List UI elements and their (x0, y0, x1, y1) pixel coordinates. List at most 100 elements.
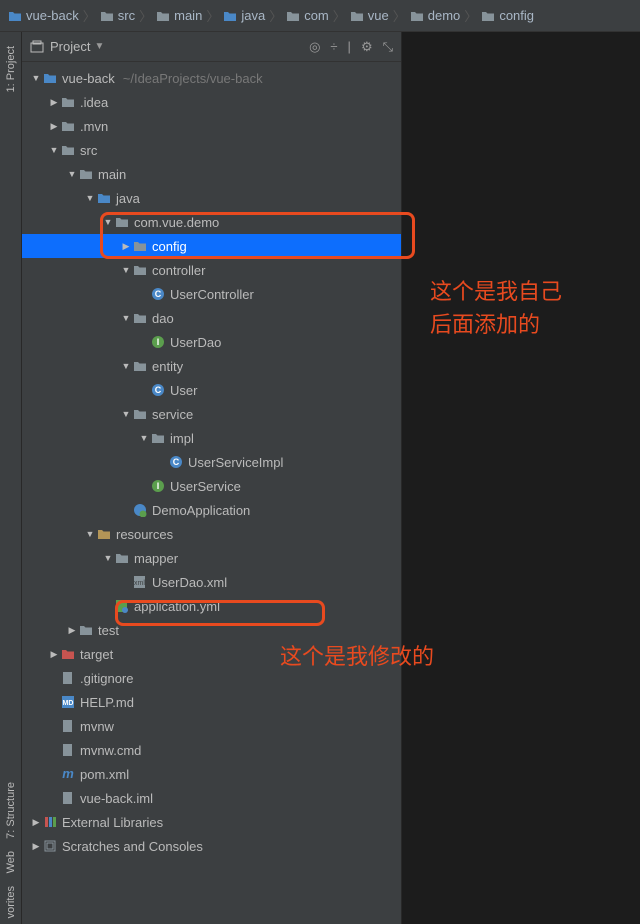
tree-label: Scratches and Consoles (62, 839, 203, 854)
dao-package[interactable]: ▼dao (22, 306, 401, 330)
tree-label: pom.xml (80, 767, 129, 782)
tree-label: UserDao.xml (152, 575, 227, 590)
chevron-right-icon[interactable]: ▶ (48, 97, 60, 108)
folder-icon (223, 10, 237, 22)
chevron-right-icon[interactable]: ▶ (48, 649, 60, 660)
interface-icon: I (150, 479, 166, 493)
chevron-right-icon[interactable]: ▶ (30, 841, 42, 852)
iml[interactable]: ▶vue-back.iml (22, 786, 401, 810)
demoapp[interactable]: ▶DemoApplication (22, 498, 401, 522)
tree-label: mvnw.cmd (80, 743, 141, 758)
chevron-down-icon[interactable]: ▼ (102, 553, 114, 563)
tree-label: .idea (80, 95, 108, 110)
tab-structure[interactable]: 7: Structure (5, 776, 17, 845)
tree-label: resources (116, 527, 173, 542)
package-com[interactable]: ▼ com.vue.demo (22, 210, 401, 234)
mvnw-cmd[interactable]: ▶mvnw.cmd (22, 738, 401, 762)
tab-project[interactable]: 1: Project (5, 40, 17, 98)
app-yml[interactable]: ▶application.yml (22, 594, 401, 618)
chevron-down-icon[interactable]: ▼ (120, 265, 132, 275)
tree-label: mapper (134, 551, 178, 566)
controller-package[interactable]: ▼controller (22, 258, 401, 282)
settings-button[interactable]: ⚙ (361, 39, 373, 55)
tree-label: application.yml (134, 599, 220, 614)
ext-libs[interactable]: ▶External Libraries (22, 810, 401, 834)
chevron-right-icon[interactable]: ▶ (66, 625, 78, 636)
locate-button[interactable]: ◎ (309, 39, 320, 55)
chevron-down-icon[interactable]: ▼ (138, 433, 150, 443)
chevron-down-icon[interactable]: ▼ (94, 41, 104, 52)
userserviceimpl[interactable]: ▶CUserServiceImpl (22, 450, 401, 474)
folder-icon (156, 10, 170, 22)
java-folder[interactable]: ▼java (22, 186, 401, 210)
breadcrumb-item[interactable]: com (286, 8, 329, 23)
chevron-down-icon[interactable]: ▼ (48, 145, 60, 155)
chevron-down-icon[interactable]: ▼ (120, 313, 132, 323)
root-module[interactable]: ▼vue-back~/IdeaProjects/vue-back (22, 66, 401, 90)
mapper-folder[interactable]: ▼ mapper (22, 546, 401, 570)
breadcrumb-item[interactable]: demo (410, 8, 461, 23)
breadcrumb-item[interactable]: src (100, 8, 135, 23)
chevron-down-icon[interactable]: ▼ (84, 193, 96, 203)
left-tab-bar: 1: Project 7: Structure Web vorites (0, 32, 22, 924)
breadcrumb-item[interactable]: java (223, 8, 265, 23)
impl-package[interactable]: ▼impl (22, 426, 401, 450)
usercontroller[interactable]: ▶CUserController (22, 282, 401, 306)
file-icon (60, 743, 76, 757)
src-folder[interactable]: ▼src (22, 138, 401, 162)
module-icon (42, 72, 58, 84)
tree-label: .gitignore (80, 671, 133, 686)
expand-button[interactable]: ÷ (330, 39, 337, 55)
tree-label: com.vue.demo (134, 215, 219, 230)
tree-label: UserServiceImpl (188, 455, 283, 470)
service-package[interactable]: ▼service (22, 402, 401, 426)
chevron-down-icon[interactable]: ▼ (102, 217, 114, 227)
userservice[interactable]: ▶IUserService (22, 474, 401, 498)
breadcrumb-item[interactable]: main (156, 8, 202, 23)
chevron-down-icon[interactable]: ▼ (120, 409, 132, 419)
xml-icon: xml (132, 575, 148, 589)
user-class[interactable]: ▶CUser (22, 378, 401, 402)
chevron-right-icon[interactable]: ▶ (48, 121, 60, 132)
tab-web[interactable]: Web (5, 845, 17, 879)
chevron-right-icon[interactable]: ▶ (30, 817, 42, 828)
hide-button[interactable]: ⤡ (383, 39, 393, 55)
separator: | (348, 39, 351, 55)
breadcrumb-item[interactable]: vue (350, 8, 389, 23)
project-panel-title[interactable]: Project (50, 39, 90, 54)
tree-label: DemoApplication (152, 503, 250, 518)
userdao-xml[interactable]: ▶xmlUserDao.xml (22, 570, 401, 594)
chevron-down-icon[interactable]: ▼ (66, 169, 78, 179)
entity-package[interactable]: ▼entity (22, 354, 401, 378)
source-icon (96, 192, 112, 204)
svg-text:m: m (62, 767, 74, 781)
mvn-folder[interactable]: ▶.mvn (22, 114, 401, 138)
folder-icon (481, 10, 495, 22)
target-folder[interactable]: ▶target (22, 642, 401, 666)
tree-label: test (98, 623, 119, 638)
chevron-down-icon[interactable]: ▼ (84, 529, 96, 539)
userdao[interactable]: ▶IUserDao (22, 330, 401, 354)
mvnw[interactable]: ▶mvnw (22, 714, 401, 738)
config-package[interactable]: ▶config (22, 234, 401, 258)
gitignore[interactable]: ▶.gitignore (22, 666, 401, 690)
help-md[interactable]: ▶MDHELP.md (22, 690, 401, 714)
breadcrumb-item[interactable]: config (481, 8, 534, 23)
springboot-icon (132, 503, 148, 517)
breadcrumb-separator: 〉 (83, 6, 96, 25)
pom-xml[interactable]: ▶mpom.xml (22, 762, 401, 786)
test-folder[interactable]: ▶ test (22, 618, 401, 642)
package-icon (132, 264, 148, 276)
chevron-down-icon[interactable]: ▼ (30, 73, 42, 83)
chevron-down-icon[interactable]: ▼ (120, 361, 132, 371)
class-icon: C (150, 287, 166, 301)
scratches[interactable]: ▶ Scratches and Consoles (22, 834, 401, 858)
breadcrumb-item[interactable]: vue-back (8, 8, 79, 23)
resources-folder[interactable]: ▼ resources (22, 522, 401, 546)
main-folder[interactable]: ▼main (22, 162, 401, 186)
idea-folder[interactable]: ▶ .idea (22, 90, 401, 114)
tab-favorites[interactable]: vorites (5, 880, 17, 924)
project-tree[interactable]: ▼vue-back~/IdeaProjects/vue-back ▶ .idea ▶.… (22, 62, 401, 924)
package-icon (132, 360, 148, 372)
chevron-right-icon[interactable]: ▶ (120, 241, 132, 252)
